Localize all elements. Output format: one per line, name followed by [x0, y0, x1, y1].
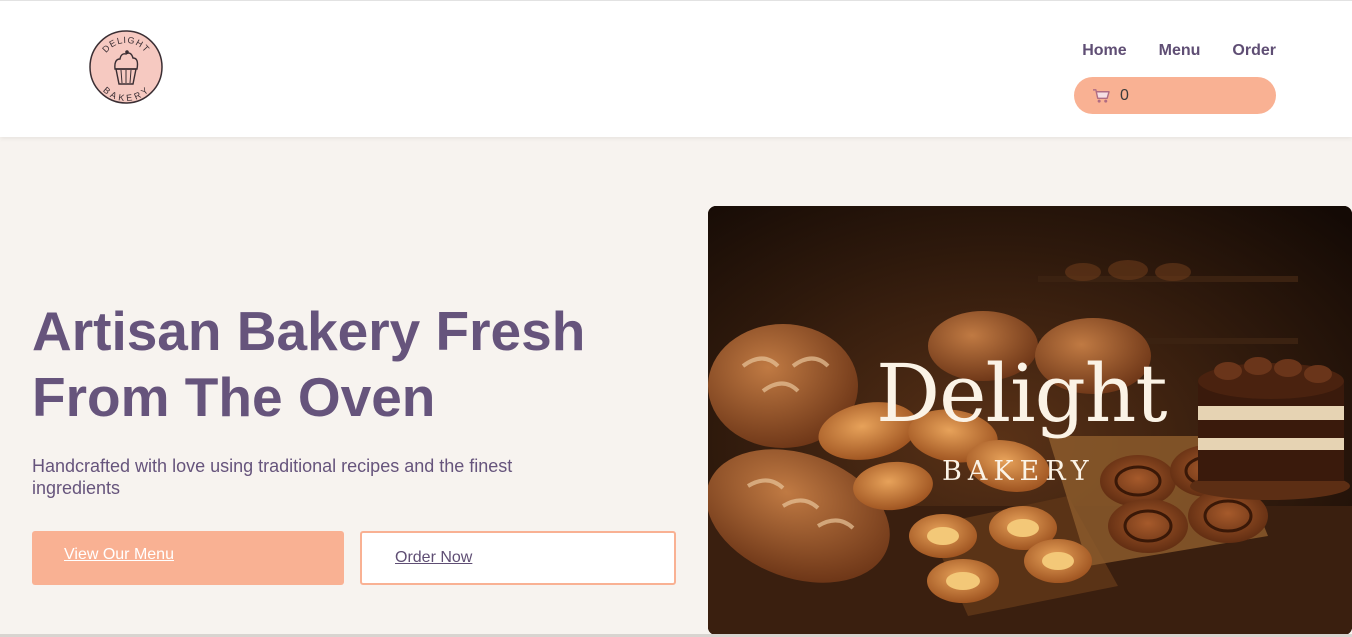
cart-button[interactable]: 0 [1074, 77, 1276, 114]
nav-home-link[interactable]: Home [1082, 42, 1126, 60]
cart-icon [1093, 88, 1110, 103]
cart-count: 0 [1120, 86, 1129, 104]
main-nav: Home Menu Order [1082, 42, 1276, 60]
image-title-text: Delight [876, 347, 1168, 440]
image-subtitle-text: BAKERY [942, 456, 1095, 487]
view-menu-button[interactable]: View Our Menu [32, 531, 344, 585]
cupcake-logo-icon: DELIGHT BAKERY [89, 30, 163, 104]
site-header: DELIGHT BAKERY Home Menu Order 0 [0, 0, 1352, 137]
nav-menu-link[interactable]: Menu [1159, 42, 1201, 60]
hero-subtitle: Handcrafted with love using traditional … [32, 456, 513, 498]
hero-bakery-image: Delight BAKERY [708, 206, 1352, 635]
bakery-logo[interactable]: DELIGHT BAKERY [88, 29, 164, 105]
nav-order-link[interactable]: Order [1232, 42, 1276, 60]
order-now-button[interactable]: Order Now [360, 531, 676, 585]
hero-title: Artisan Bakery Fresh From The Oven [32, 300, 586, 428]
